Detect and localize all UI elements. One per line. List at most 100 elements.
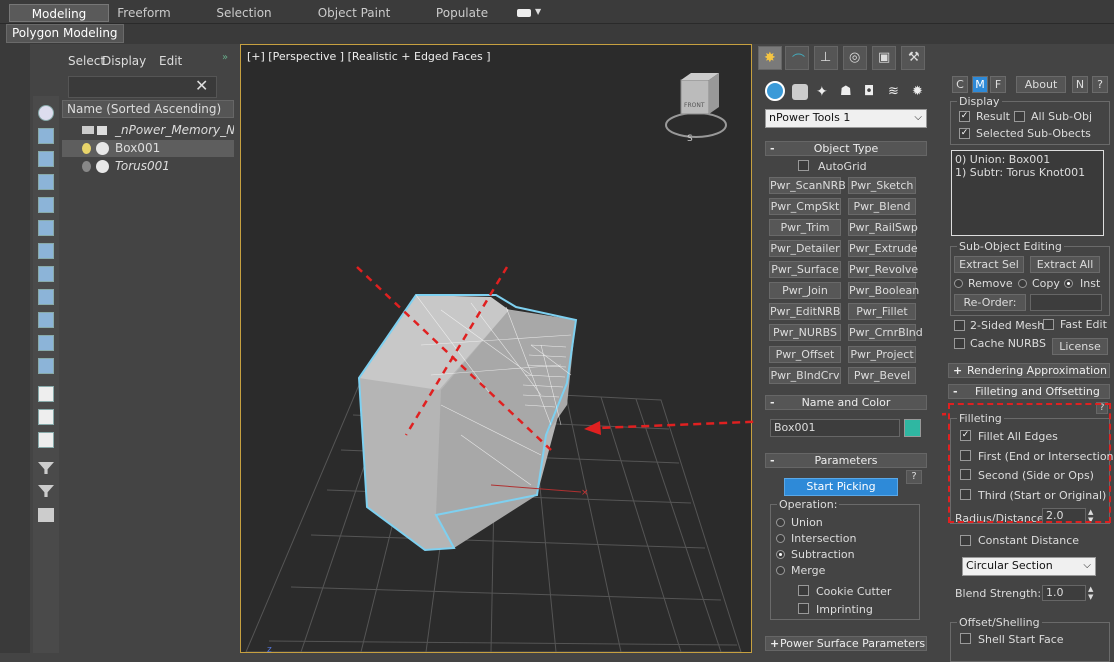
cookie-cutter-checkbox[interactable] [798, 585, 809, 596]
lightbulb-off-icon[interactable] [82, 161, 91, 172]
blend-strength-input[interactable]: 1.0 [1042, 585, 1086, 601]
list-item-selected[interactable]: Box001 [62, 140, 234, 157]
cameras-icon[interactable]: ☗ [840, 84, 856, 100]
menu-edit[interactable]: Edit [159, 54, 182, 68]
filter-icon[interactable] [38, 462, 54, 474]
c-button[interactable]: C [952, 76, 968, 93]
tab-modeling[interactable]: Modeling [9, 4, 109, 22]
m-button[interactable]: M [972, 76, 988, 93]
tab-populate[interactable]: Populate [430, 4, 494, 22]
list-item[interactable]: 0) Union: Box001 [955, 153, 1100, 166]
category-dropdown[interactable]: nPower Tools 1 ⌵ [765, 109, 927, 128]
display-containers-icon[interactable] [38, 335, 54, 351]
lights-icon[interactable]: ✦ [816, 84, 832, 100]
list-item[interactable]: _nPower_Memory_Ne [62, 122, 234, 139]
pwr-crnrblnd-button[interactable]: Pwr_CrnrBlnd [848, 324, 923, 341]
all-sub-obj-checkbox[interactable] [1014, 111, 1025, 122]
pwr-extrude-button[interactable]: Pwr_Extrude [848, 240, 918, 257]
remove-radio[interactable] [954, 279, 963, 288]
power-surface-rollout[interactable]: + Power Surface Parameters [765, 636, 927, 651]
chevron-down-icon[interactable]: ▼ [535, 7, 541, 16]
shell-start-face-checkbox[interactable] [960, 633, 971, 644]
help-button[interactable]: ? [906, 470, 922, 484]
two-sided-mesh-checkbox[interactable] [954, 320, 965, 331]
lightbulb-on-icon[interactable] [82, 143, 91, 154]
pwr-sketch-button[interactable]: Pwr_Sketch [848, 177, 916, 194]
constant-distance-checkbox[interactable] [960, 535, 971, 546]
hierarchy-tab-icon[interactable]: ⊥ [814, 46, 838, 70]
pwr-nurbs-button[interactable]: Pwr_NURBS [769, 324, 841, 341]
motion-tab-icon[interactable]: ◎ [843, 46, 867, 70]
pwr-blend-button[interactable]: Pwr_Blend [848, 198, 916, 215]
reorder-button[interactable]: Re-Order: [954, 294, 1026, 311]
display-geometry-icon[interactable] [38, 128, 54, 144]
systems-icon[interactable]: ✹ [912, 84, 928, 100]
display-none-icon[interactable] [38, 105, 54, 121]
helpers-icon[interactable]: ◘ [864, 84, 880, 100]
display-frozen-icon[interactable] [38, 358, 54, 374]
pwr-surface-button[interactable]: Pwr_Surface [769, 261, 841, 278]
display-lights-icon[interactable] [38, 174, 54, 190]
pwr-fillet-button[interactable]: Pwr_Fillet [848, 303, 916, 320]
viewport-canvas[interactable]: × FRONT S z [241, 45, 751, 652]
autogrid-checkbox[interactable] [798, 160, 809, 171]
pwr-trim-button[interactable]: Pwr_Trim [769, 219, 841, 236]
spacewarps-icon[interactable]: ≋ [888, 84, 904, 100]
n-button[interactable]: N [1072, 76, 1088, 93]
pwr-railswp-button[interactable]: Pwr_RailSwp [848, 219, 918, 236]
rendering-approximation-rollout[interactable]: + Rendering Approximation [948, 363, 1110, 378]
list-item[interactable]: 1) Subtr: Torus Knot001 [955, 166, 1100, 179]
menu-select[interactable]: Select [68, 54, 105, 68]
union-radio[interactable] [776, 518, 785, 527]
fast-edit-checkbox[interactable] [1043, 319, 1054, 330]
pwr-revolve-button[interactable]: Pwr_Revolve [848, 261, 918, 278]
tab-selection[interactable]: Selection [208, 4, 280, 22]
page-icon-3[interactable] [38, 432, 54, 448]
subtraction-radio[interactable] [776, 550, 785, 559]
display-bones-icon[interactable] [38, 312, 54, 328]
pwr-detailer-button[interactable]: Pwr_Detailer [769, 240, 841, 257]
start-picking-button[interactable]: Start Picking [784, 478, 898, 496]
display-groups-icon[interactable] [38, 266, 54, 282]
tab-object-paint[interactable]: Object Paint [314, 4, 394, 22]
pwr-cmpskt-button[interactable]: Pwr_CmpSkt [769, 198, 841, 215]
pwr-bevel-button[interactable]: Pwr_Bevel [848, 367, 916, 384]
pwr-blndcrv-button[interactable]: Pwr_BlndCrv [769, 367, 841, 384]
tab-freeform[interactable]: Freeform [108, 4, 180, 22]
pwr-offset-button[interactable]: Pwr_Offset [769, 346, 841, 363]
operand-list[interactable]: 0) Union: Box001 1) Subtr: Torus Knot001 [951, 150, 1104, 236]
page-icon-2[interactable] [38, 409, 54, 425]
inst-radio[interactable] [1064, 279, 1073, 288]
parameters-rollout[interactable]: - Parameters [765, 453, 927, 468]
pwr-scannrb-button[interactable]: Pwr_ScanNRB [769, 177, 846, 194]
page-icon[interactable] [38, 386, 54, 402]
object-color-swatch[interactable] [904, 419, 921, 437]
help-button[interactable]: ? [1092, 76, 1108, 93]
display-helpers-icon[interactable] [38, 220, 54, 236]
extract-sel-button[interactable]: Extract Sel [954, 256, 1024, 273]
object-type-rollout[interactable]: - Object Type [765, 141, 927, 156]
display-cameras-icon[interactable] [38, 197, 54, 213]
pwr-join-button[interactable]: Pwr_Join [769, 282, 841, 299]
utilities-tab-icon[interactable]: ⚒ [901, 46, 925, 70]
blend-spinner-icon[interactable]: ▲ ▼ [1088, 585, 1098, 601]
ribbon-options-icon[interactable] [517, 9, 531, 17]
selected-sub-checkbox[interactable]: ✓ [959, 128, 970, 139]
merge-radio[interactable] [776, 566, 785, 575]
display-tab-icon[interactable]: ▣ [872, 46, 896, 70]
display-shapes-icon[interactable] [38, 151, 54, 167]
column-header-name[interactable]: Name (Sorted Ascending) [62, 100, 234, 118]
name-color-rollout[interactable]: - Name and Color [765, 395, 927, 410]
polygon-modeling-tab[interactable]: Polygon Modeling [6, 24, 124, 43]
close-icon[interactable]: ✕ [195, 76, 208, 95]
display-xrefs-icon[interactable] [38, 289, 54, 305]
display-spacewarps-icon[interactable] [38, 243, 54, 259]
create-tab-icon[interactable]: ✸ [758, 46, 782, 70]
copy-radio[interactable] [1018, 279, 1027, 288]
filter-settings-icon[interactable] [38, 485, 54, 497]
about-button[interactable]: About [1016, 76, 1066, 93]
expand-icon[interactable]: » [222, 52, 228, 63]
menu-display[interactable]: Display [102, 54, 146, 68]
extract-all-button[interactable]: Extract All [1030, 256, 1100, 273]
pwr-editnrb-button[interactable]: Pwr_EditNRB [769, 303, 841, 320]
